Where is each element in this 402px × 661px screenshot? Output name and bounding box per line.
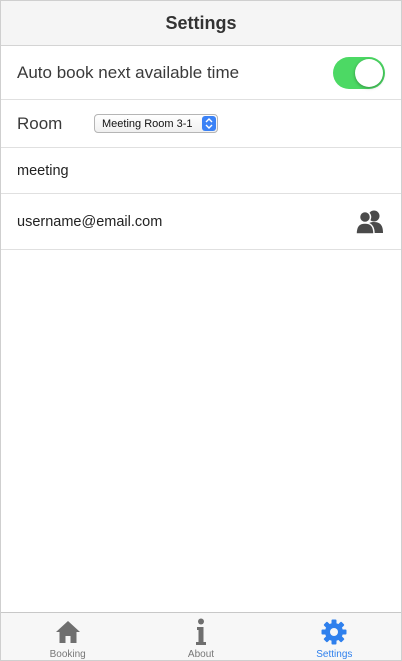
username-row[interactable]: username@email.com bbox=[1, 194, 401, 250]
tab-settings[interactable]: Settings bbox=[268, 613, 401, 660]
toggle-knob bbox=[355, 58, 383, 87]
tab-booking[interactable]: Booking bbox=[1, 613, 134, 660]
app-window: Settings Auto book next available time R… bbox=[0, 0, 402, 661]
room-label: Room bbox=[17, 113, 63, 133]
gear-icon bbox=[320, 618, 348, 646]
meeting-name-field[interactable]: meeting bbox=[17, 163, 69, 179]
room-select[interactable]: Meeting Room 3-1 bbox=[94, 114, 218, 133]
meeting-name-row[interactable]: meeting bbox=[1, 148, 401, 194]
auto-book-toggle[interactable] bbox=[333, 56, 385, 89]
select-arrows-icon bbox=[201, 116, 216, 131]
auto-book-row: Auto book next available time bbox=[1, 46, 401, 100]
home-icon bbox=[54, 618, 82, 646]
room-select-value: Meeting Room 3-1 bbox=[102, 117, 193, 130]
tab-about-label: About bbox=[187, 649, 215, 660]
tab-booking-label: Booking bbox=[49, 649, 86, 660]
info-icon bbox=[187, 618, 215, 646]
tab-settings-label: Settings bbox=[316, 649, 353, 660]
room-row: Room Meeting Room 3-1 bbox=[1, 100, 401, 148]
username-field[interactable]: username@email.com bbox=[17, 214, 162, 230]
contacts-icon[interactable] bbox=[355, 209, 385, 235]
auto-book-label: Auto book next available time bbox=[17, 62, 240, 82]
tab-about[interactable]: About bbox=[134, 613, 267, 660]
navigation-bar: Settings bbox=[1, 1, 401, 46]
tab-bar: Booking About Settings bbox=[1, 612, 401, 660]
page-title: Settings bbox=[165, 12, 237, 33]
